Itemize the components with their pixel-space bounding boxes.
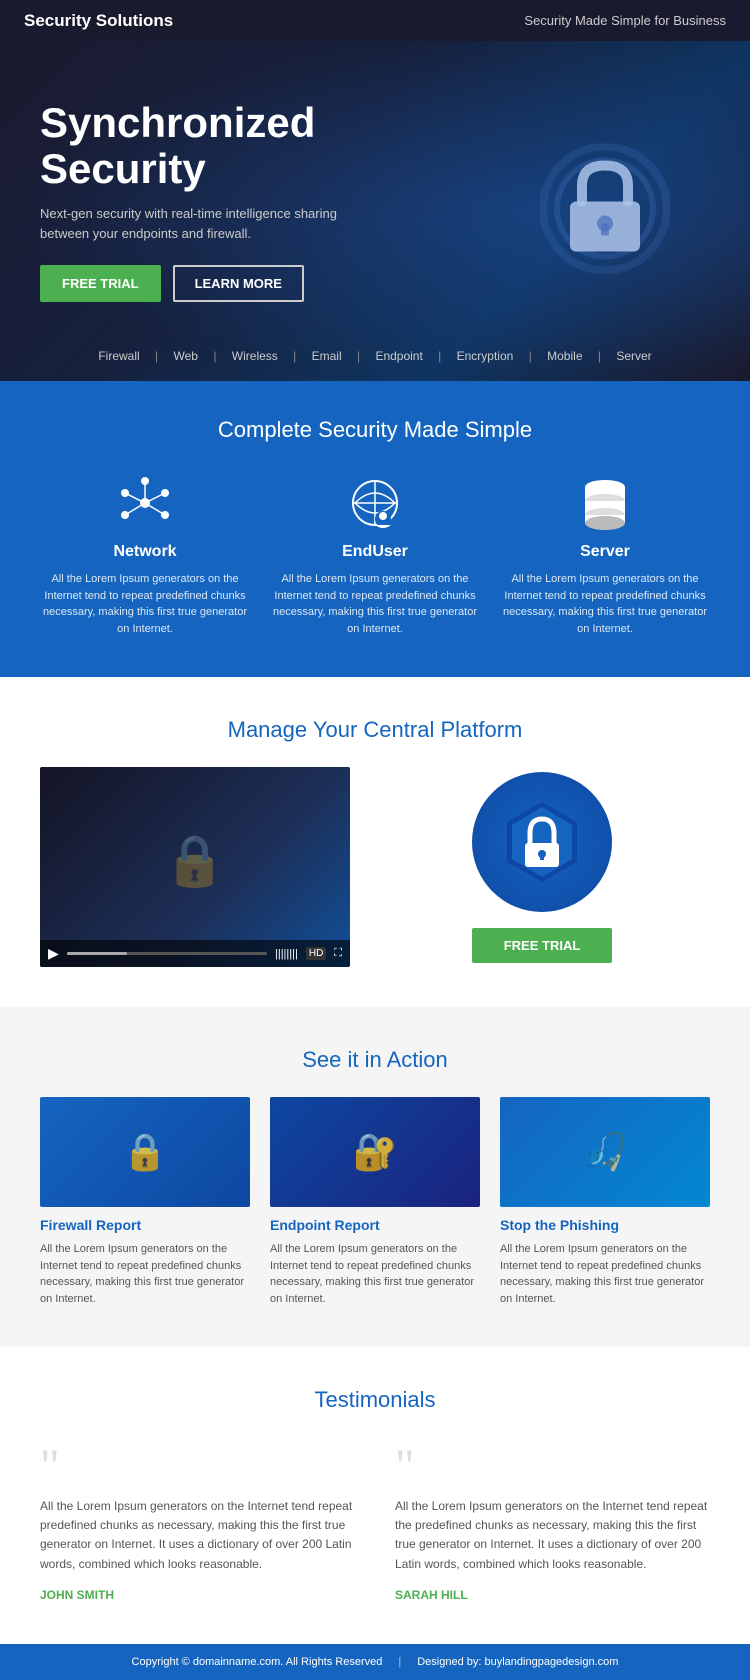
quote-mark-0: " <box>40 1443 355 1491</box>
play-button[interactable]: ▶ <box>48 945 59 962</box>
free-trial-button[interactable]: FREE TRIAL <box>40 265 161 302</box>
firewall-desc: All the Lorem Ipsum generators on the In… <box>40 1241 250 1307</box>
nav-email[interactable]: Email <box>312 349 342 363</box>
firewall-image: 🔒 <box>40 1097 250 1207</box>
phishing-image: 🎣 <box>500 1097 710 1207</box>
testimonials-section: Testimonials " All the Lorem Ipsum gener… <box>0 1347 750 1644</box>
video-player[interactable]: 🔒 ▶ |||||||| HD ⛶ <box>40 767 350 967</box>
central-lock-icon <box>497 797 587 887</box>
action-row: 🔒 Firewall Report All the Lorem Ipsum ge… <box>40 1097 710 1307</box>
nav-server[interactable]: Server <box>616 349 651 363</box>
footer-separator: | <box>398 1656 401 1668</box>
quote-mark-1: " <box>395 1443 710 1491</box>
feature-server-desc: All the Lorem Ipsum generators on the In… <box>500 571 710 637</box>
testimonial-name-1: SARAH HILL <box>395 1588 468 1602</box>
firewall-link[interactable]: Firewall Report <box>40 1217 250 1233</box>
manage-trial-button[interactable]: FREE TRIAL <box>472 928 612 963</box>
network-icon <box>115 473 175 533</box>
nav-wireless[interactable]: Wireless <box>232 349 278 363</box>
testimonial-1: " All the Lorem Ipsum generators on the … <box>395 1443 710 1604</box>
testimonial-0: " All the Lorem Ipsum generators on the … <box>40 1443 355 1604</box>
feature-server: Server All the Lorem Ipsum generators on… <box>500 473 710 637</box>
phishing-link[interactable]: Stop the Phishing <box>500 1217 710 1233</box>
hero-content: Synchronized Security Next-gen security … <box>40 100 420 302</box>
feature-enduser-desc: All the Lorem Ipsum generators on the In… <box>270 571 480 637</box>
testimonials-row: " All the Lorem Ipsum generators on the … <box>40 1443 710 1604</box>
phishing-img-icon: 🎣 <box>583 1131 628 1173</box>
features-heading: Complete Security Made Simple <box>40 417 710 443</box>
endpoint-desc: All the Lorem Ipsum generators on the In… <box>270 1241 480 1307</box>
hd-badge: HD <box>306 947 326 960</box>
action-card-firewall: 🔒 Firewall Report All the Lorem Ipsum ge… <box>40 1097 250 1307</box>
hero-title: Synchronized Security <box>40 100 420 192</box>
testimonials-heading: Testimonials <box>40 1387 710 1413</box>
testimonial-text-0: All the Lorem Ipsum generators on the In… <box>40 1497 355 1574</box>
fullscreen-icon[interactable]: ⛶ <box>334 947 342 960</box>
manage-row: 🔒 ▶ |||||||| HD ⛶ <box>40 767 710 967</box>
endpoint-image: 🔐 <box>270 1097 480 1207</box>
nav-web[interactable]: Web <box>174 349 198 363</box>
footer-copyright: Copyright © domainname.com. All Rights R… <box>132 1656 383 1668</box>
hero-nav: Firewall | Web | Wireless | Email | Endp… <box>0 349 750 363</box>
feature-network-desc: All the Lorem Ipsum generators on the In… <box>40 571 250 637</box>
action-card-endpoint: 🔐 Endpoint Report All the Lorem Ipsum ge… <box>270 1097 480 1307</box>
feature-enduser: EndUser All the Lorem Ipsum generators o… <box>270 473 480 637</box>
action-section: See it in Action 🔒 Firewall Report All t… <box>0 1007 750 1347</box>
logo: Security Solutions <box>24 11 173 31</box>
endpoint-img-icon: 🔐 <box>353 1131 398 1173</box>
hero-lock-icon <box>540 144 670 279</box>
hero-section: Synchronized Security Next-gen security … <box>0 41 750 381</box>
nav-mobile[interactable]: Mobile <box>547 349 582 363</box>
nav-firewall[interactable]: Firewall <box>98 349 139 363</box>
features-section: Complete Security Made Simple Network Al… <box>0 381 750 677</box>
action-card-phishing: 🎣 Stop the Phishing All the Lorem Ipsum … <box>500 1097 710 1307</box>
phishing-desc: All the Lorem Ipsum generators on the In… <box>500 1241 710 1307</box>
hero-buttons: FREE TRIAL LEARN MORE <box>40 265 420 302</box>
action-heading: See it in Action <box>40 1047 710 1073</box>
footer-designed-by: Designed by: buylandingpagedesign.com <box>417 1656 618 1668</box>
feature-enduser-title: EndUser <box>270 543 480 561</box>
endpoint-link[interactable]: Endpoint Report <box>270 1217 480 1233</box>
nav-encryption[interactable]: Encryption <box>457 349 514 363</box>
header-tagline: Security Made Simple for Business <box>524 13 726 28</box>
feature-server-title: Server <box>500 543 710 561</box>
manage-right: FREE TRIAL <box>374 772 710 963</box>
manage-section: Manage Your Central Platform 🔒 ▶ |||||||… <box>0 677 750 1007</box>
nav-endpoint[interactable]: Endpoint <box>375 349 422 363</box>
progress-fill <box>67 952 127 955</box>
lock-graphic <box>472 772 612 912</box>
feature-network-title: Network <box>40 543 250 561</box>
video-time: |||||||| <box>275 948 298 960</box>
learn-more-button[interactable]: LEARN MORE <box>173 265 304 302</box>
firewall-img-icon: 🔒 <box>123 1131 168 1173</box>
video-lock-icon: 🔒 <box>164 832 226 891</box>
progress-bar[interactable] <box>67 952 267 955</box>
enduser-icon <box>345 473 405 533</box>
hero-subtitle: Next-gen security with real-time intelli… <box>40 204 340 243</box>
feature-network: Network All the Lorem Ipsum generators o… <box>40 473 250 637</box>
features-row: Network All the Lorem Ipsum generators o… <box>40 473 710 637</box>
header: Security Solutions Security Made Simple … <box>0 0 750 41</box>
video-controls: ▶ |||||||| HD ⛶ <box>40 940 350 967</box>
footer: Copyright © domainname.com. All Rights R… <box>0 1644 750 1680</box>
server-icon <box>575 473 635 533</box>
manage-heading: Manage Your Central Platform <box>40 717 710 743</box>
testimonial-text-1: All the Lorem Ipsum generators on the In… <box>395 1497 710 1574</box>
testimonial-name-0: JOHN SMITH <box>40 1588 114 1602</box>
